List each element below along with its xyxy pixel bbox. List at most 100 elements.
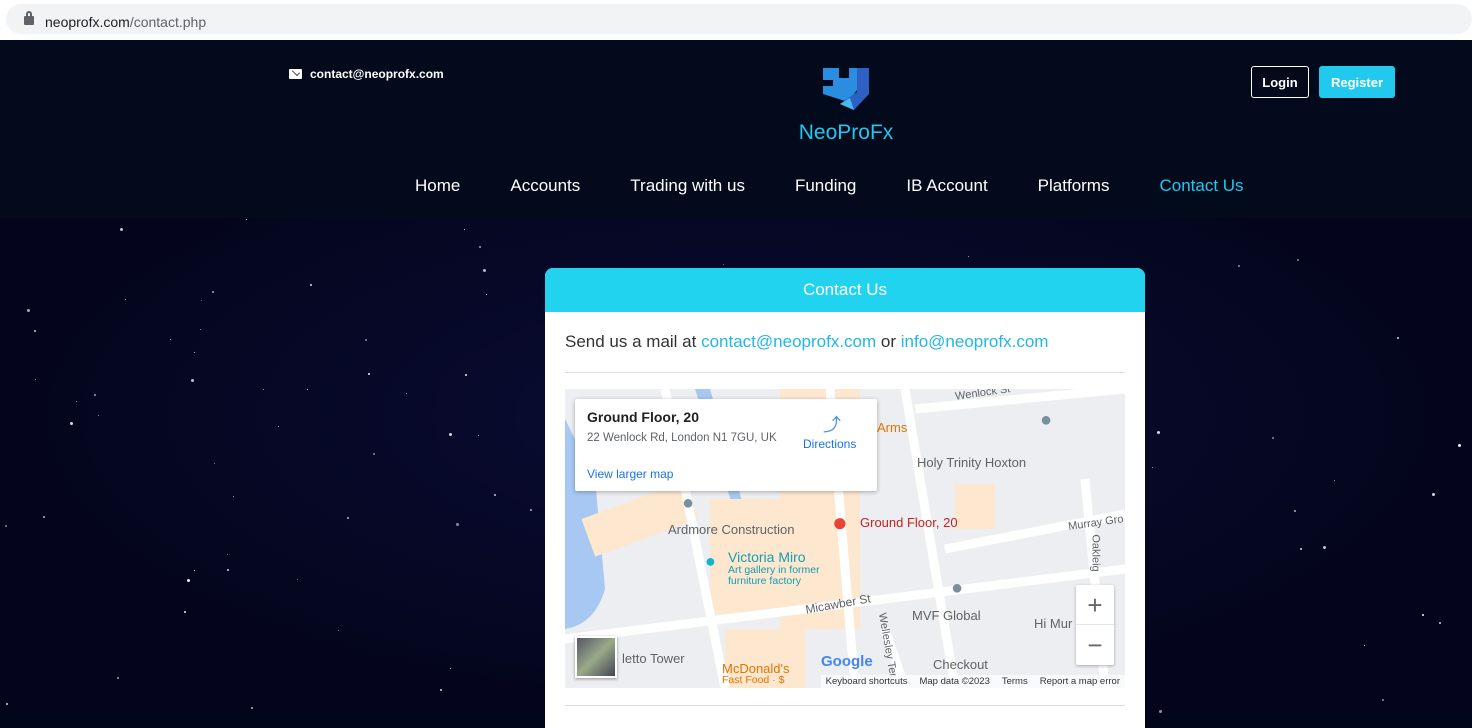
google-map[interactable]: Wenlock St Arms Holy Trinity Hoxton ● Ar… bbox=[565, 389, 1125, 688]
star bbox=[278, 425, 280, 427]
star bbox=[463, 228, 465, 230]
star bbox=[309, 284, 312, 287]
header-email[interactable]: contact@neoprofx.com bbox=[289, 67, 444, 81]
star bbox=[464, 374, 467, 377]
star bbox=[1382, 699, 1385, 702]
brand-name: NeoProFx bbox=[798, 121, 894, 144]
star bbox=[262, 388, 264, 390]
star bbox=[226, 553, 228, 555]
star bbox=[456, 523, 460, 527]
star bbox=[529, 508, 532, 511]
url-path: /contact.php bbox=[129, 14, 207, 30]
map-label: letto Tower bbox=[622, 651, 685, 666]
star bbox=[1157, 430, 1161, 434]
browser-address-bar[interactable]: neoprofx.com/contact.php bbox=[0, 0, 1472, 40]
map-label: Holy Trinity Hoxton bbox=[917, 455, 1027, 470]
star bbox=[1421, 614, 1424, 617]
satellite-toggle[interactable] bbox=[575, 636, 617, 678]
report-map-error-link[interactable]: Report a map error bbox=[1040, 676, 1120, 687]
star bbox=[1458, 444, 1462, 448]
star bbox=[1237, 264, 1240, 267]
star bbox=[439, 688, 442, 691]
place-pin-icon: ● bbox=[682, 492, 695, 514]
login-button[interactable]: Login bbox=[1251, 66, 1309, 98]
google-logo: Google bbox=[821, 653, 873, 670]
terms-link[interactable]: Terms bbox=[1002, 676, 1028, 687]
logo[interactable]: NeoProFx bbox=[790, 66, 902, 145]
star bbox=[1151, 467, 1153, 469]
star bbox=[367, 372, 370, 375]
gallery-pin-icon: ● bbox=[705, 551, 716, 571]
email-link-contact[interactable]: contact@neoprofx.com bbox=[701, 332, 876, 351]
star bbox=[76, 401, 78, 403]
directions-link[interactable]: Directions bbox=[803, 437, 856, 451]
email-link-info[interactable]: info@neoprofx.com bbox=[901, 332, 1049, 351]
star bbox=[1364, 644, 1366, 646]
star bbox=[1296, 259, 1299, 262]
directions-icon[interactable]: ⤴ bbox=[823, 411, 841, 437]
star bbox=[307, 389, 309, 391]
nav-ib-account[interactable]: IB Account bbox=[906, 176, 987, 196]
main-nav: Home Accounts Trading with us Funding IB… bbox=[415, 176, 1244, 196]
nav-home[interactable]: Home bbox=[415, 176, 460, 196]
nav-accounts[interactable]: Accounts bbox=[510, 176, 580, 196]
star bbox=[211, 290, 214, 293]
star bbox=[296, 579, 298, 581]
place-address: 22 Wenlock Rd, London N1 7GU, UK bbox=[587, 432, 777, 444]
star bbox=[250, 706, 253, 709]
star bbox=[479, 246, 482, 249]
map-label: Checkout bbox=[933, 657, 988, 672]
location-pin-icon: ● bbox=[832, 507, 848, 537]
star bbox=[187, 579, 191, 583]
star bbox=[1323, 546, 1327, 550]
logo-icon bbox=[823, 68, 869, 110]
url-host: neoprofx.com bbox=[45, 14, 130, 30]
star bbox=[120, 228, 124, 232]
map-zoom-controls: + − bbox=[1076, 585, 1114, 665]
star bbox=[94, 394, 97, 397]
url-field[interactable]: neoprofx.com/contact.php bbox=[6, 4, 1472, 34]
star bbox=[1293, 510, 1296, 513]
header-email-text: contact@neoprofx.com bbox=[310, 67, 444, 81]
nav-funding[interactable]: Funding bbox=[795, 176, 856, 196]
nav-platforms[interactable]: Platforms bbox=[1038, 176, 1110, 196]
star bbox=[201, 299, 203, 301]
star bbox=[338, 629, 340, 631]
map-label: Ardmore Construction bbox=[668, 522, 795, 537]
zoom-out-button[interactable]: − bbox=[1076, 625, 1114, 665]
map-label: Oakleig bbox=[1089, 534, 1102, 572]
star bbox=[364, 338, 367, 341]
star bbox=[34, 330, 37, 333]
zoom-in-button[interactable]: + bbox=[1076, 585, 1114, 625]
register-button[interactable]: Register bbox=[1319, 66, 1395, 98]
star bbox=[1299, 548, 1302, 551]
star bbox=[194, 569, 196, 571]
or-text: or bbox=[880, 332, 897, 351]
map-label: Ground Floor, 20 bbox=[860, 515, 958, 530]
star bbox=[246, 219, 248, 221]
star bbox=[117, 677, 120, 680]
star bbox=[26, 308, 30, 312]
star bbox=[967, 255, 969, 257]
map-label: Victoria Miro bbox=[728, 549, 806, 565]
star bbox=[70, 422, 74, 426]
star bbox=[227, 568, 230, 571]
send-prefix: Send us a mail at bbox=[565, 332, 697, 351]
place-title: Ground Floor, 20 bbox=[587, 409, 700, 425]
envelope-icon bbox=[289, 69, 302, 79]
nav-contact-us[interactable]: Contact Us bbox=[1159, 176, 1243, 196]
star bbox=[483, 268, 486, 272]
star bbox=[449, 668, 451, 670]
star bbox=[200, 329, 202, 331]
star bbox=[1333, 479, 1335, 481]
map-attribution: Keyboard shortcuts Map data ©2023 Terms … bbox=[820, 675, 1125, 688]
view-larger-map-link[interactable]: View larger map bbox=[587, 467, 673, 481]
contact-card-title: Contact Us bbox=[545, 268, 1145, 312]
nav-trading[interactable]: Trading with us bbox=[630, 176, 745, 196]
star bbox=[406, 392, 408, 394]
star bbox=[5, 525, 8, 528]
keyboard-shortcuts-link[interactable]: Keyboard shortcuts bbox=[826, 676, 908, 687]
star bbox=[478, 435, 480, 437]
star bbox=[191, 379, 195, 383]
star bbox=[486, 294, 488, 296]
